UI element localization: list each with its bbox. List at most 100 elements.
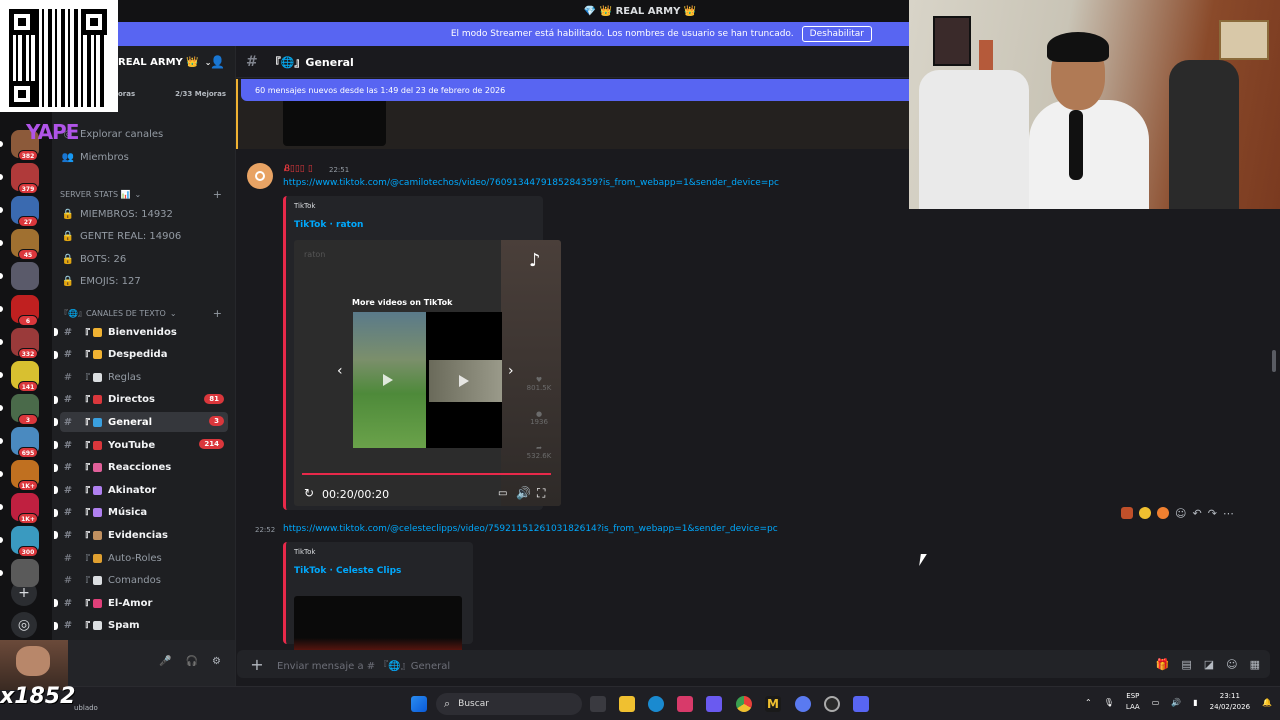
gif-icon[interactable]: ▤ xyxy=(1181,658,1191,671)
speaker-icon[interactable]: 🔊 xyxy=(1171,698,1181,707)
attach-plus-icon[interactable]: + xyxy=(237,655,277,674)
reaction-emoji[interactable] xyxy=(1139,507,1151,519)
members-link[interactable]: 👥 Miembros xyxy=(60,147,228,167)
copilot-icon[interactable] xyxy=(706,696,722,712)
microphone-icon[interactable]: 🎤 xyxy=(159,656,171,667)
windows-start-icon[interactable] xyxy=(411,696,427,712)
notification-icon[interactable]: 🔔 xyxy=(1262,698,1272,707)
add-channel-icon[interactable]: + xyxy=(213,307,222,320)
gear-icon[interactable]: ⚙ xyxy=(212,656,221,667)
video-progress-bar[interactable] xyxy=(302,473,551,475)
channel-item-comandos[interactable]: # 『 Comandos xyxy=(60,571,228,591)
stat-channel[interactable]: 🔒 EMOJIS: 127 xyxy=(60,272,228,292)
reaction-emoji[interactable] xyxy=(1121,507,1133,519)
channel-item-música[interactable]: # 『 Música xyxy=(54,503,228,523)
obs-icon[interactable] xyxy=(824,696,840,712)
channel-item-spam[interactable]: # 『 Spam xyxy=(54,616,228,636)
avatar[interactable] xyxy=(247,163,273,189)
reaction-emoji[interactable] xyxy=(1157,507,1169,519)
reply-icon[interactable]: ↶ xyxy=(1192,507,1201,520)
stat-channel[interactable]: 🔒 GENTE REAL: 14906 xyxy=(60,227,228,247)
channel-item-reacciones[interactable]: # 『 Reacciones xyxy=(54,458,228,478)
message-author[interactable]: Ᏸ▯▯▯ ▯ xyxy=(284,164,313,174)
add-channel-icon[interactable]: + xyxy=(213,188,222,201)
chrome-icon[interactable] xyxy=(736,696,752,712)
channel-item-evidencias[interactable]: # 『 Evidencias xyxy=(54,525,228,545)
server-header[interactable]: REAL ARMY 👑 ⌄ 👤 xyxy=(118,46,235,78)
add-reaction-icon[interactable]: ☺ xyxy=(1175,507,1186,520)
hashtag-icon: # xyxy=(63,394,73,406)
unread-indicator xyxy=(0,438,3,444)
channel-item-el-amor[interactable]: # 『 El-Amor xyxy=(54,593,228,613)
gaming-chair xyxy=(1169,60,1239,209)
message-link[interactable]: https://www.tiktok.com/@celesteclipps/vi… xyxy=(283,524,778,534)
channel-item-general[interactable]: # 『 General 3 xyxy=(54,412,228,433)
fullscreen-icon[interactable]: ⛶ xyxy=(537,486,545,501)
discord-icon[interactable] xyxy=(853,696,869,712)
clock[interactable]: 23:11 24/02/2026 xyxy=(1210,691,1250,713)
invite-icon[interactable]: 👤 xyxy=(210,55,225,69)
channel-bracket: 『 xyxy=(80,464,90,476)
replay-icon[interactable]: ↻ xyxy=(304,486,314,500)
unread-indicator xyxy=(54,599,58,608)
chat-scrollbar[interactable] xyxy=(1272,350,1276,372)
channel-item-akinator[interactable]: # 『 Akinator xyxy=(54,480,228,500)
file-explorer-icon[interactable] xyxy=(619,696,635,712)
system-tray: ⌃ 🎙 ESP LAA ▭ 🔊 ▮ 23:11 24/02/2026 🔔 xyxy=(1085,691,1272,713)
channel-item-directos[interactable]: # 『 Directos 81 xyxy=(54,390,228,410)
video-player[interactable]: raton ♪ More videos on TikTok ‹ › ♥ 801.5… xyxy=(294,240,561,506)
channel-item-auto-roles[interactable]: # 『 Auto-Roles xyxy=(60,548,228,568)
task-view-icon[interactable] xyxy=(590,696,606,712)
message-composer[interactable]: + Enviar mensaje a # 『🌐』General 🎁 ▤ ◪ ☺ … xyxy=(237,650,1270,678)
channel-item-despedida[interactable]: # 『 Despedida xyxy=(54,345,228,365)
channel-item-youtube[interactable]: # 『 YouTube 214 xyxy=(54,435,228,455)
video-user: raton xyxy=(304,250,326,259)
sticker-icon[interactable]: ◪ xyxy=(1204,658,1214,671)
category-text-channels[interactable]: 『🌐』CANALES DE TEXTO ⌄ + xyxy=(60,307,228,320)
monitor-icon[interactable]: ▭ xyxy=(1152,698,1160,707)
captions-icon[interactable]: ▭ xyxy=(498,488,507,499)
stat-channel[interactable]: 🔒 BOTS: 26 xyxy=(60,249,228,269)
embed-title[interactable]: TikTok · raton xyxy=(294,220,363,230)
emoji-icon[interactable]: ☺ xyxy=(1226,658,1237,671)
language-indicator[interactable]: ESP LAA xyxy=(1126,691,1140,713)
server-icon[interactable] xyxy=(11,559,39,587)
server-name: REAL ARMY 👑 xyxy=(118,56,199,68)
browser-icon[interactable] xyxy=(795,696,811,712)
suggested-video-thumbnail[interactable] xyxy=(353,312,426,448)
chevron-right-icon[interactable]: › xyxy=(508,363,514,379)
category-server-stats[interactable]: SERVER STATS 📊 ⌄ + xyxy=(60,188,228,201)
video-thumbnail[interactable] xyxy=(294,596,462,656)
channel-label: Reacciones xyxy=(108,462,172,474)
previous-image-attachment[interactable] xyxy=(283,101,386,146)
layout-code: LAA xyxy=(1125,703,1140,711)
discover-icon[interactable]: ◎ xyxy=(11,612,37,638)
qr-code-overlay xyxy=(0,0,118,112)
disable-streamer-button[interactable]: Deshabilitar xyxy=(801,26,872,42)
message-actions-toolbar: ☺ ↶ ↷ ⋯ xyxy=(1121,507,1234,520)
gift-icon[interactable]: 🎁 xyxy=(1156,658,1170,671)
microphone-icon[interactable]: 🎙 xyxy=(1104,698,1114,707)
channel-item-bienvenidos[interactable]: # 『 Bienvenidos xyxy=(54,322,228,342)
apps-icon[interactable]: ▦ xyxy=(1250,658,1260,671)
edge-icon[interactable] xyxy=(648,696,664,712)
server-icon[interactable] xyxy=(11,262,39,290)
chevron-up-icon[interactable]: ⌃ xyxy=(1085,698,1092,707)
embed-title[interactable]: TikTok · Celeste Clips xyxy=(294,566,401,576)
more-options-icon[interactable]: ⋯ xyxy=(1223,507,1234,520)
new-messages-banner[interactable]: 60 mensajes nuevos desde las 1:49 del 23… xyxy=(241,79,916,101)
taskbar-search[interactable]: ⌕ Buscar xyxy=(436,693,582,715)
chevron-left-icon[interactable]: ‹ xyxy=(337,363,343,379)
message-link[interactable]: https://www.tiktok.com/@camilotechos/vid… xyxy=(283,178,779,188)
forward-icon[interactable]: ↷ xyxy=(1208,507,1217,520)
game-app-icon[interactable]: M xyxy=(765,696,781,712)
channel-item-reglas[interactable]: # 『 Reglas xyxy=(60,367,228,387)
volume-icon[interactable]: 🔊 xyxy=(516,486,531,500)
stat-channel[interactable]: 🔒 MIEMBROS: 14932 xyxy=(60,204,228,224)
explore-channels[interactable]: ◎ Explorar canales xyxy=(60,124,228,144)
app-icon[interactable] xyxy=(677,696,693,712)
boost-count[interactable]: 2/33 Mejoras xyxy=(116,90,226,98)
battery-icon[interactable]: ▮ xyxy=(1193,698,1197,707)
language-code: ESP xyxy=(1126,692,1140,700)
headphones-icon[interactable]: 🎧 xyxy=(186,656,198,667)
